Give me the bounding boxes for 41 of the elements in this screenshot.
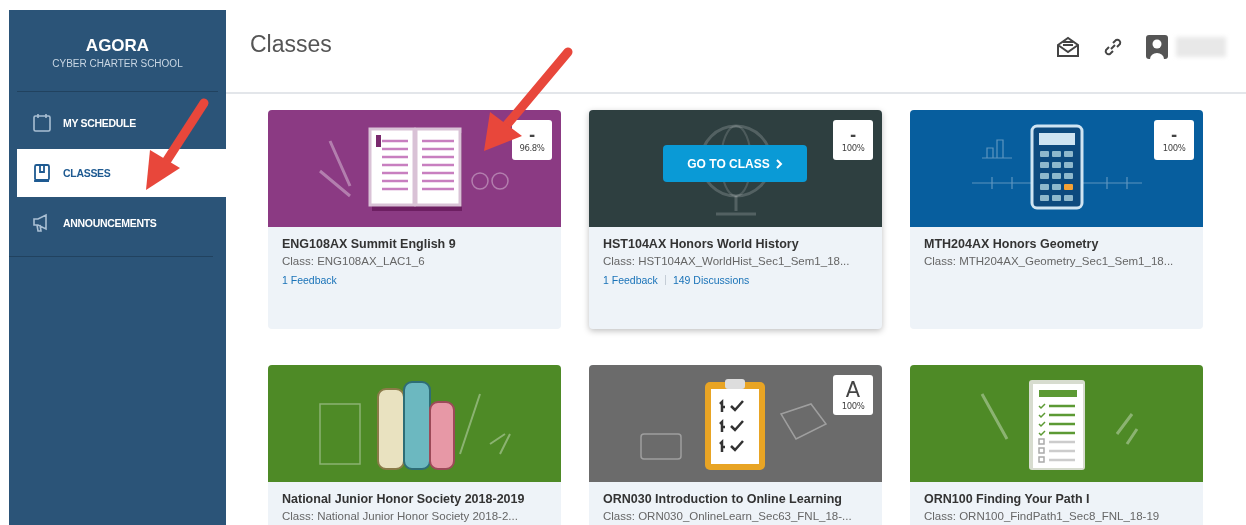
class-link[interactable]: 149 Discussions xyxy=(672,274,750,286)
grade-percent: 96.8% xyxy=(519,142,545,153)
link-icon[interactable] xyxy=(1102,36,1124,58)
class-title: HST104AX Honors World History xyxy=(603,237,800,251)
class-title: National Junior Honor Society 2018-2019 xyxy=(282,492,526,506)
class-title: ORN100 Finding Your Path I xyxy=(924,492,1091,506)
class-code: Class: ORN030_OnlineLearn_Sec63_FNL_18-... xyxy=(603,510,853,522)
grade-letter: - xyxy=(528,127,536,143)
grade-letter: - xyxy=(1170,127,1178,143)
grade-percent: 100% xyxy=(841,142,865,153)
envelope-icon[interactable] xyxy=(1056,36,1080,58)
class-code: Class: National Junior Honor Society 2018-2... xyxy=(282,510,519,522)
class-title: MTH204AX Honors Geometry xyxy=(924,237,1100,251)
brand-name: AGORA xyxy=(84,36,151,56)
class-code: Class: ORN100_FindPath1_Sec8_FNL_18-19 xyxy=(924,510,1161,522)
class-card[interactable]: A 100% ORN030 Introduction to Online Learning Class: ORN030_OnlineLearn_Sec63_FNL_18-... xyxy=(589,365,882,525)
grade-percent: 100% xyxy=(841,400,865,411)
page-title: Classes xyxy=(250,30,333,58)
sidebar-item[interactable]: MY SCHEDULE xyxy=(17,99,226,147)
sidebar-item[interactable]: CLASSES xyxy=(17,149,226,197)
class-title: ORN030 Introduction to Online Learning xyxy=(603,492,843,506)
grade-percent: 100% xyxy=(1162,142,1186,153)
class-card[interactable]: - 100% MTH204AX Honors Geometry Class: MTH204AX_Geometry_Sec1_Sem1_18... xyxy=(910,110,1203,329)
class-code: Class: ENG108AX_LAC1_6 xyxy=(282,255,426,267)
brand-subtitle: CYBER CHARTER SCHOOL xyxy=(51,58,184,69)
class-code: Class: MTH204AX_Geometry_Sec1_Sem1_18... xyxy=(924,255,1175,267)
book-icon xyxy=(32,163,52,183)
calendar-icon xyxy=(32,113,52,133)
grade-letter: - xyxy=(849,127,857,143)
class-link[interactable]: 1 Feedback xyxy=(603,274,658,286)
class-link[interactable]: 1 Feedback xyxy=(282,274,337,286)
sidebar-item[interactable]: ANNOUNCEMENTS xyxy=(17,199,226,247)
chevron-icon xyxy=(775,158,783,169)
class-card[interactable]: ORN100 Finding Your Path I Class: ORN100_FindPath1_Sec8_FNL_18-19 xyxy=(910,365,1203,525)
grade-letter: A xyxy=(845,379,861,401)
class-card[interactable]: National Junior Honor Society 2018-2019 Class: National Junior Honor Society 2018-2... xyxy=(268,365,561,525)
class-title: ENG108AX Summit English 9 xyxy=(282,237,457,251)
class-card[interactable]: - 100% GO TO CLASS HST104AX Honors World History Class: HST104AX_WorldHist_Sec1_Sem1_18... 1 Feedback 149 Discussions xyxy=(589,110,882,329)
class-code: Class: HST104AX_WorldHist_Sec1_Sem1_18... xyxy=(603,255,851,267)
class-card[interactable]: - 96.8% ENG108AX Summit English 9 Class: ENG108AX_LAC1_6 1 Feedback xyxy=(268,110,561,329)
user-icon[interactable] xyxy=(1146,35,1168,59)
